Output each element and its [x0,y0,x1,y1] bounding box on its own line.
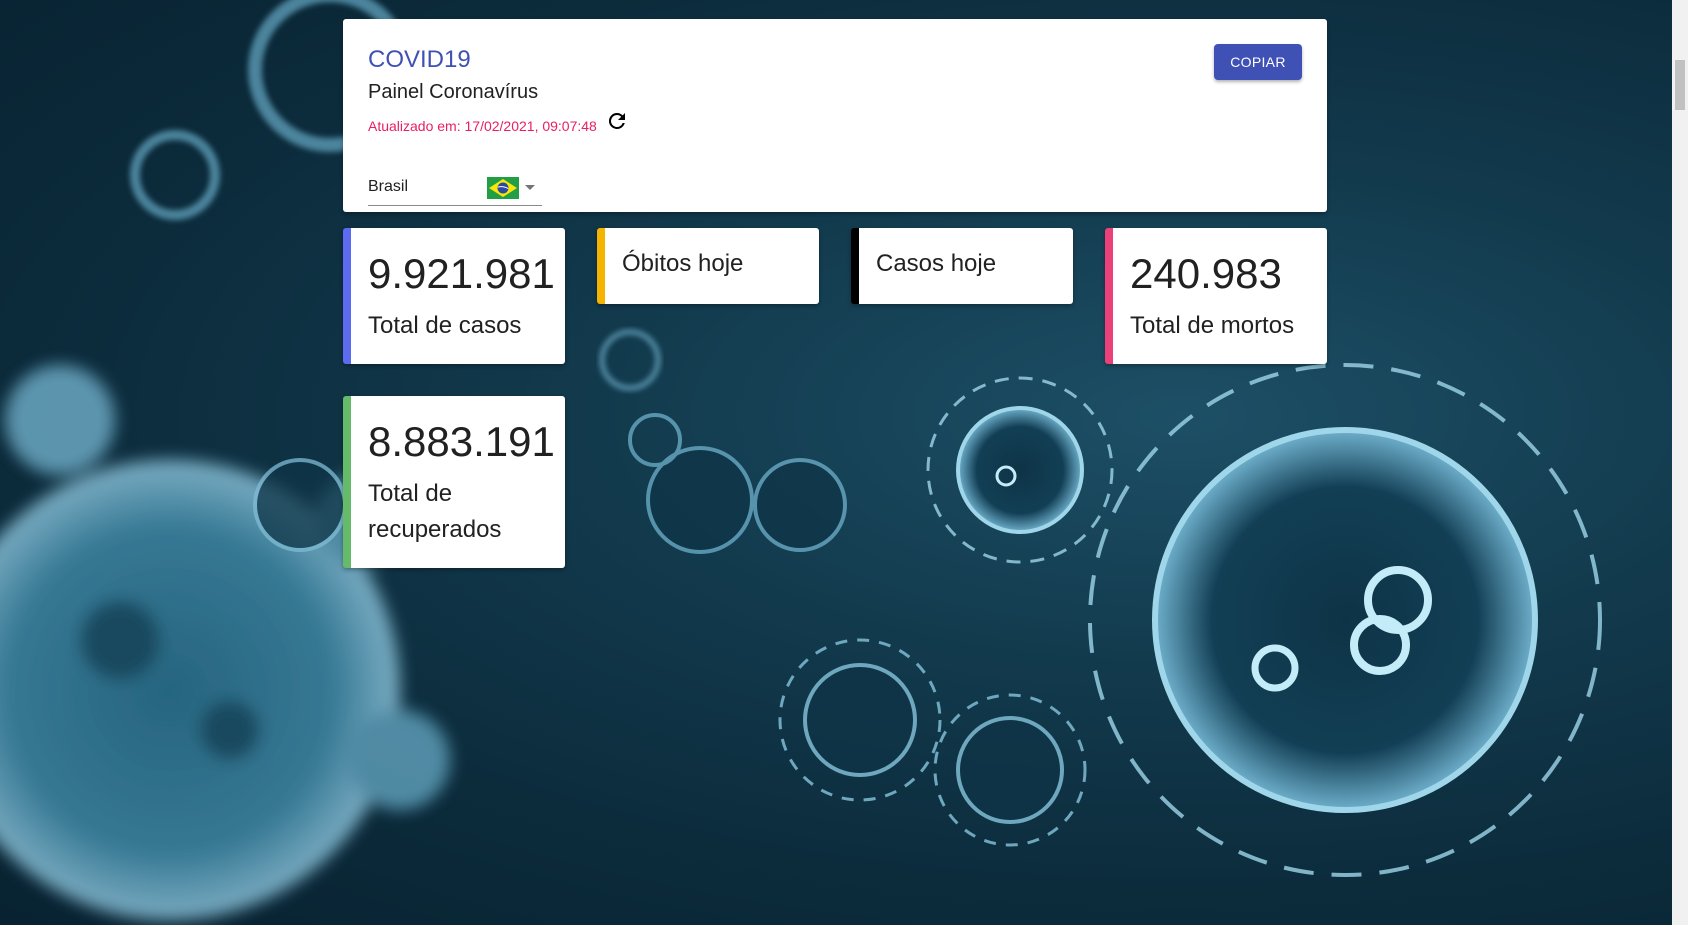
total-deaths-value: 240.983 [1130,250,1282,297]
refresh-icon[interactable] [605,109,629,133]
cases-today-label: Casos hoje [876,250,997,277]
country-select-value: Brasil [368,178,409,195]
copy-button[interactable]: COPIAR [1214,44,1302,80]
total-recovered-value: 8.883.191 [368,418,555,465]
deaths-today-label: Óbitos hoje [622,250,744,277]
app-subtitle: Painel Coronavírus [368,81,539,103]
total-cases-value: 9.921.981 [368,250,555,297]
chevron-down-icon [525,185,535,190]
cases-today-card: Casos hoje [851,228,1073,304]
header-card: COVID19 Painel Coronavírus Atualizado em… [343,19,1327,212]
country-select[interactable]: Brasil [368,158,542,206]
total-recovered-label: Total de recuperados [368,480,502,543]
total-deaths-card: 240.983 Total de mortos [1105,228,1327,364]
last-updated-text: Atualizado em: 17/02/2021, 09:07:48 [368,118,597,134]
total-cases-label: Total de casos [368,312,522,339]
total-recovered-card: 8.883.191 Total de recuperados [343,396,565,568]
deaths-today-card: Óbitos hoje [597,228,819,304]
brazil-flag-icon [487,177,519,199]
app-title: COVID19 [368,46,471,73]
total-cases-card: 9.921.981 Total de casos [343,228,565,364]
total-deaths-label: Total de mortos [1130,312,1295,339]
